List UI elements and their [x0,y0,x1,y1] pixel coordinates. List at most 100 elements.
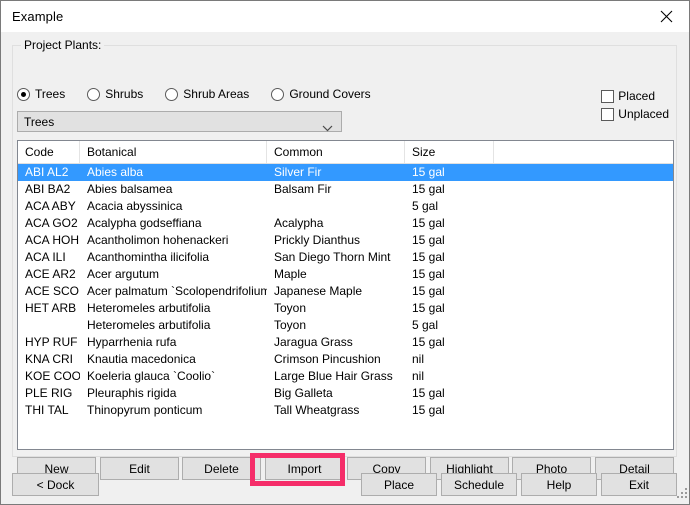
checkbox-unplaced[interactable]: Unplaced [601,107,669,121]
window-title: Example [12,9,64,24]
column-header-size[interactable]: Size [405,141,494,163]
bottom-button-row: Place Schedule Help Exit [361,473,677,496]
plant-type-radio-group: Trees Shrubs Shrub Areas Ground Covers [17,87,389,101]
cell-botanical: Knautia macedonica [87,352,196,366]
cell-common: Prickly Dianthus [274,233,361,247]
cell-botanical: Heteromeles arbutifolia [87,301,211,315]
grip-dot [681,492,683,494]
delete-button[interactable]: Delete [182,457,261,480]
cell-botanical: Pleuraphis rigida [87,386,177,400]
grip-dot [685,496,687,498]
radio-shrub-areas-mark [165,87,179,101]
grip-dot [681,496,683,498]
plant-list[interactable]: Code Botanical Common Size ABI AL2 Abies alb… [17,140,674,450]
cell-size: 15 gal [412,182,445,196]
table-row[interactable]: ACA HOH Acantholimon hohenackeri Prickly D… [18,232,673,249]
table-row[interactable]: PLE RIG Pleuraphis rigida Big Galleta 15 ga… [18,385,673,402]
dock-button[interactable]: < Dock [12,473,99,496]
radio-shrub-areas[interactable]: Shrub Areas [165,87,249,101]
cell-size: 5 gal [412,318,439,332]
table-row[interactable]: KOE COO Koeleria glauca `Coolio` Large Blu… [18,368,673,385]
cell-size: 15 gal [412,267,445,281]
cell-botanical: Acalypha godseffiana [87,216,202,230]
table-row[interactable]: ACE AR2 Acer argutum Maple 15 gal [18,266,673,283]
chevron-down-icon [322,119,333,137]
close-button[interactable] [643,1,689,31]
cell-size: 15 gal [412,216,445,230]
cell-botanical: Abies balsamea [87,182,173,196]
close-icon [660,10,672,22]
cell-size: nil [412,369,425,383]
cell-size: nil [412,352,425,366]
cell-common: Toyon [274,301,307,315]
cell-code: ACE AR2 [25,267,76,281]
cell-size: 5 gal [412,199,439,213]
cell-size: 15 gal [412,165,445,179]
cell-botanical: Acacia abyssinica [87,199,183,213]
dialog-client-area: Project Plants: Trees Shrubs Shrub Areas… [1,32,689,504]
grip-dot [685,492,687,494]
cell-common: Toyon [274,318,307,332]
plant-list-body: ABI AL2 Abies alba Silver Fir 15 gal ABI BA2… [18,164,673,419]
checkbox-placed[interactable]: Placed [601,89,669,103]
cell-size: 15 gal [412,233,445,247]
import-button[interactable]: Import [265,457,344,480]
table-row[interactable]: ACE SCO Acer palmatum `Scolopendrifolium`… [18,283,673,300]
cell-code: PLE RIG [25,386,73,400]
table-row[interactable]: HET ARB Heteromeles arbutifolia Toyon 15 ga… [18,300,673,317]
cell-code: KOE COO [25,369,80,383]
cell-botanical: Koeleria glauca `Coolio` [87,369,216,383]
column-header-common[interactable]: Common [267,141,405,163]
cell-code: KNA CRI [25,352,74,366]
dialog-window: Example Project Plants: Trees Shrubs Shr… [0,0,690,505]
exit-button[interactable]: Exit [601,473,677,496]
table-row[interactable]: ACA ILI Acanthomintha ilicifolia San Diego… [18,249,673,266]
cell-code: HET ARB [25,301,77,315]
cell-common: Maple [274,267,307,281]
plant-category-value: Trees [24,115,55,129]
resize-grip[interactable] [673,488,687,501]
cell-common: Large Blue Hair Grass [274,369,393,383]
cell-common [267,198,405,215]
title-bar: Example [1,1,689,33]
grip-dot [677,496,679,498]
cell-botanical: Acanthomintha ilicifolia [87,250,210,264]
table-row[interactable]: ACA ABY Acacia abyssinica 5 gal [18,198,673,215]
cell-size: 15 gal [412,284,445,298]
column-header-botanical[interactable]: Botanical [80,141,267,163]
table-row[interactable]: HYP RUF Hyparrhenia rufa Jaragua Grass 15 g… [18,334,673,351]
edit-button[interactable]: Edit [100,457,179,480]
place-button[interactable]: Place [361,473,437,496]
cell-common: Balsam Fir [274,182,332,196]
cell-common: Acalypha [274,216,324,230]
grip-dot [685,488,687,490]
schedule-button[interactable]: Schedule [441,473,517,496]
cell-botanical: Acer argutum [87,267,160,281]
table-row[interactable]: ABI AL2 Abies alba Silver Fir 15 gal [18,164,673,181]
plant-category-combobox[interactable]: Trees [17,111,342,132]
cell-code [18,317,80,334]
cell-size: 15 gal [412,301,445,315]
radio-shrubs[interactable]: Shrubs [87,87,143,101]
checkbox-unplaced-mark [601,107,615,121]
table-row[interactable]: ACA GO2 Acalypha godseffiana Acalypha 15 ga… [18,215,673,232]
column-header-code[interactable]: Code [18,141,80,163]
table-row[interactable]: ABI BA2 Abies balsamea Balsam Fir 15 gal [18,181,673,198]
cell-common: Big Galleta [274,386,333,400]
cell-code: ABI BA2 [25,182,71,196]
cell-code: ABI AL2 [25,165,69,179]
placement-filter-group: Placed Unplaced [601,89,669,125]
cell-code: ACA HOH [25,233,80,247]
cell-common: Silver Fir [274,165,322,179]
plant-list-header: Code Botanical Common Size [18,141,673,164]
radio-ground-covers[interactable]: Ground Covers [271,87,371,101]
cell-code: ACE SCO [25,284,80,298]
cell-botanical: Acantholimon hohenackeri [87,233,229,247]
radio-trees[interactable]: Trees [17,87,65,101]
table-row[interactable]: Heteromeles arbutifolia Toyon 5 gal [18,317,673,334]
table-row[interactable]: THI TAL Thinopyrum ponticum Tall Wheatgras… [18,402,673,419]
help-button[interactable]: Help [521,473,597,496]
cell-size: 15 gal [412,386,445,400]
cell-code: ACA GO2 [25,216,78,230]
table-row[interactable]: KNA CRI Knautia macedonica Crimson Pincush… [18,351,673,368]
